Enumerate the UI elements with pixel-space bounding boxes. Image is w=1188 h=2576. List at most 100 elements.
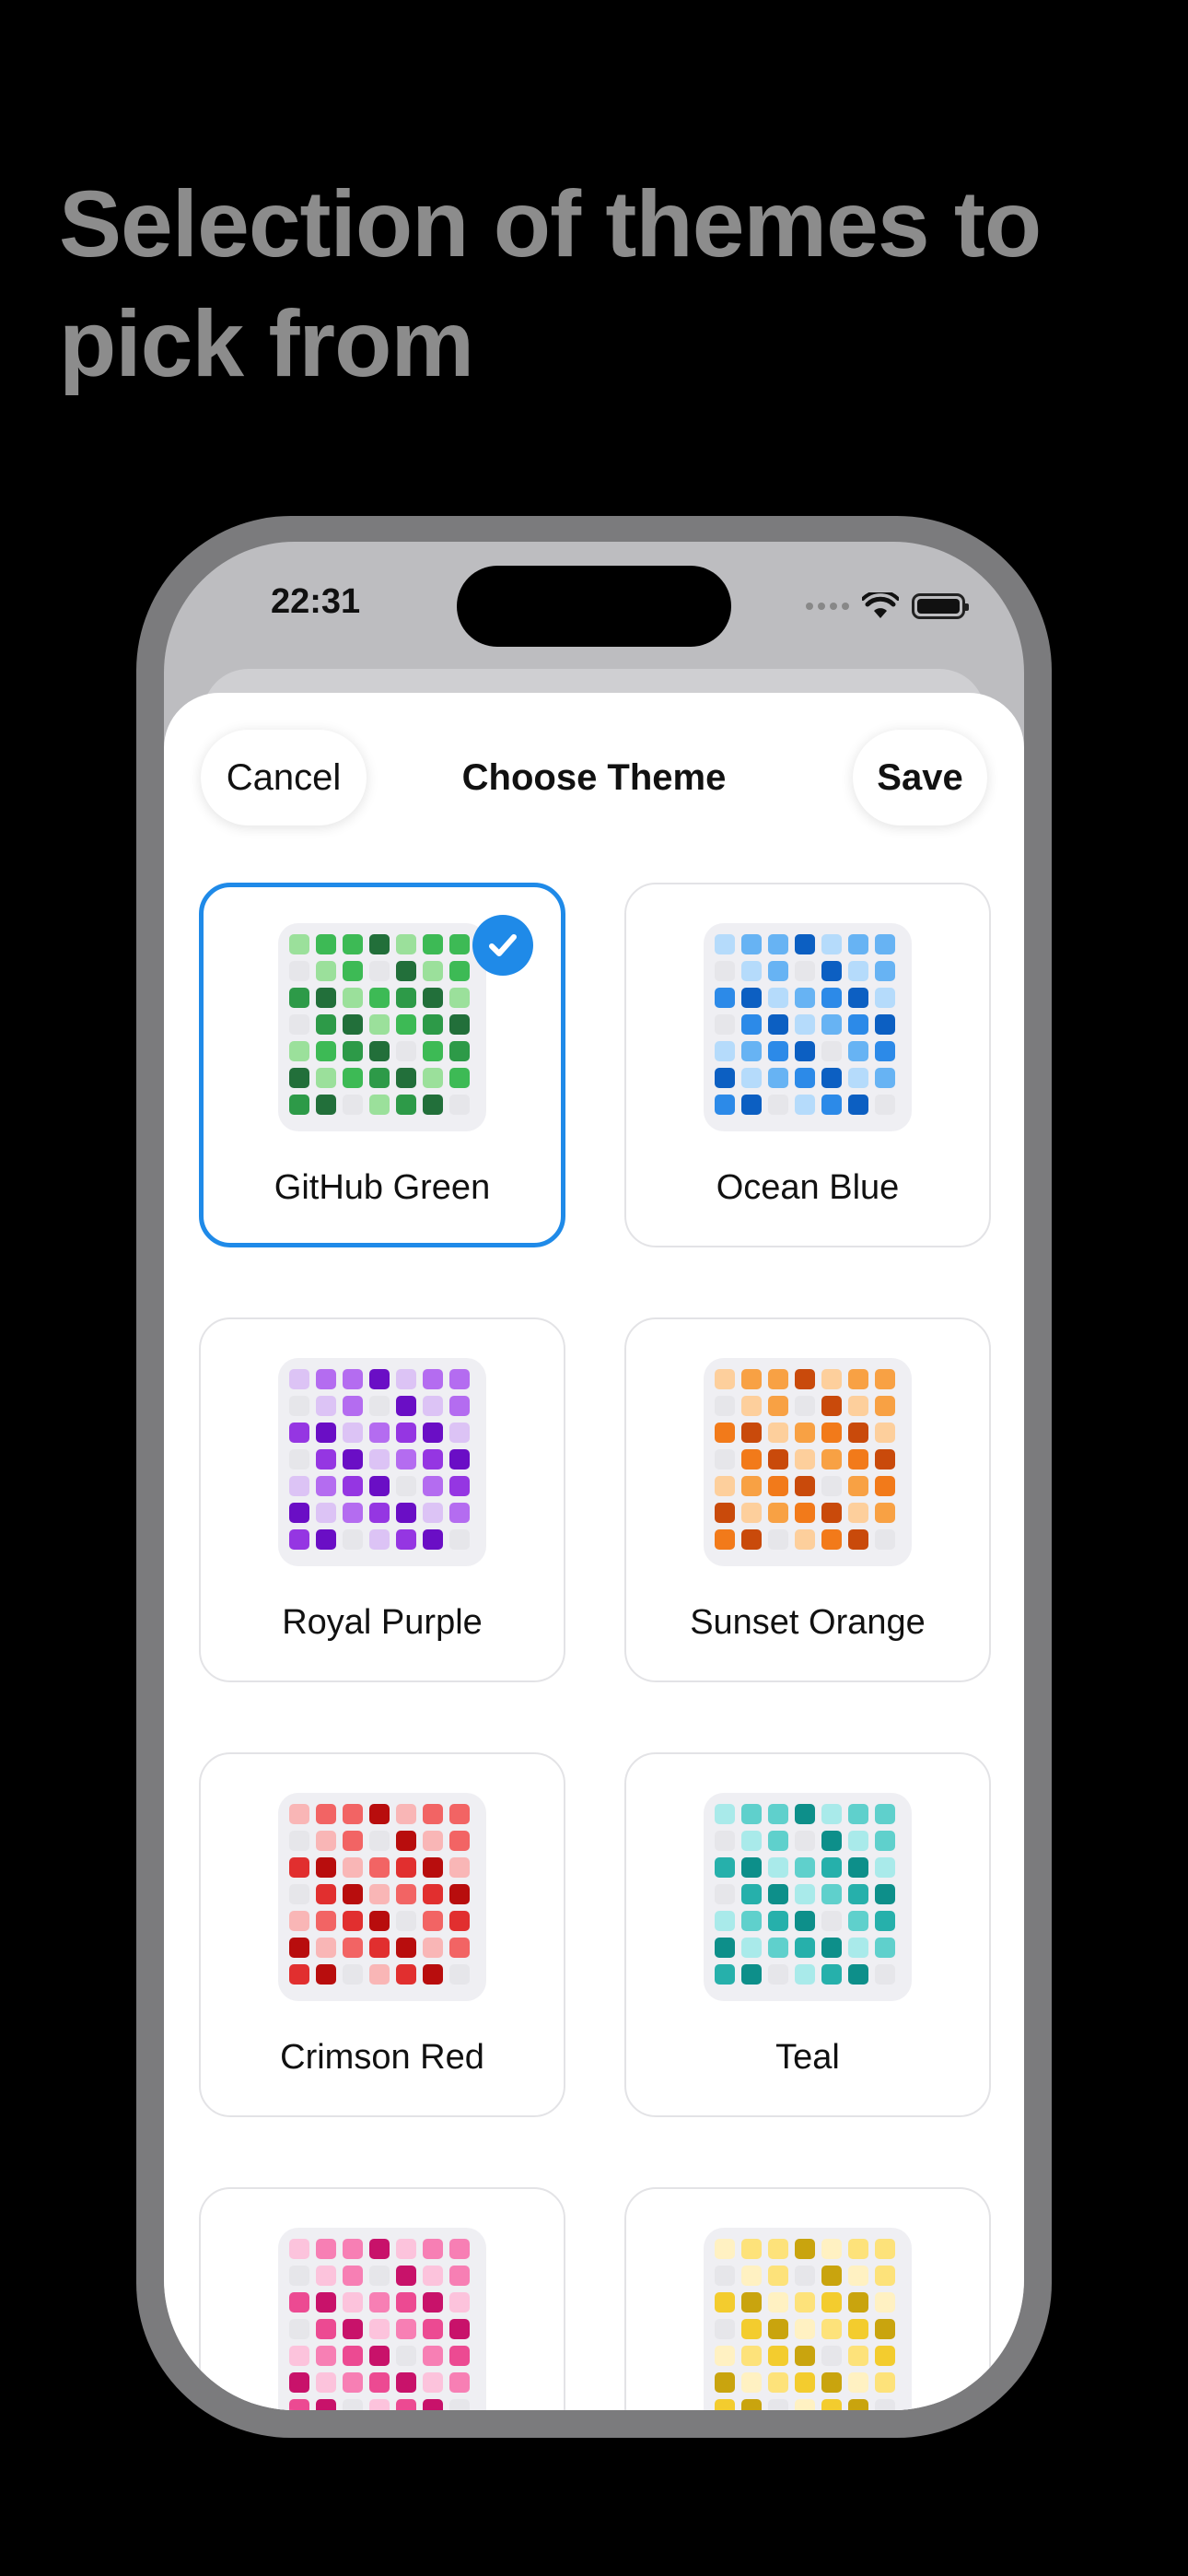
preview-cell	[396, 1423, 416, 1443]
status-time: 22:31	[271, 582, 361, 621]
preview-cell	[449, 1396, 470, 1416]
theme-card-royal-purple[interactable]: Royal Purple	[199, 1317, 565, 1682]
theme-card-sunset-orange[interactable]: Sunset Orange	[624, 1317, 991, 1682]
preview-cell	[795, 2239, 815, 2259]
preview-cell	[875, 1884, 895, 1904]
save-button[interactable]: Save	[853, 730, 987, 825]
preview-cell	[821, 1014, 842, 1035]
theme-card-yellow[interactable]	[624, 2187, 991, 2410]
preview-cell	[821, 1503, 842, 1523]
preview-cell	[423, 1503, 443, 1523]
preview-cell	[821, 1884, 842, 1904]
preview-cell	[423, 1938, 443, 1958]
battery-icon	[912, 593, 969, 619]
preview-cell	[715, 1938, 735, 1958]
preview-cell	[715, 1423, 735, 1443]
preview-cell	[875, 1095, 895, 1115]
theme-preview	[278, 2228, 486, 2410]
preview-cell	[369, 1831, 390, 1851]
preview-cell	[343, 2292, 363, 2313]
preview-cell	[423, 2319, 443, 2339]
preview-cell	[848, 1396, 868, 1416]
preview-cell	[343, 2239, 363, 2259]
preview-cell	[875, 1964, 895, 1985]
preview-cell	[316, 1369, 336, 1389]
preview-cell	[768, 1369, 788, 1389]
preview-cell	[741, 2346, 762, 2366]
preview-cell	[316, 1938, 336, 1958]
theme-name: Sunset Orange	[690, 1603, 926, 1642]
preview-cell	[343, 1857, 363, 1878]
preview-cell	[821, 2372, 842, 2393]
preview-cell	[768, 1068, 788, 1088]
preview-cell	[875, 1449, 895, 1469]
preview-cell	[396, 1804, 416, 1824]
preview-cell	[875, 2346, 895, 2366]
preview-cell	[369, 934, 390, 954]
preview-cell	[821, 2239, 842, 2259]
preview-cell	[343, 934, 363, 954]
preview-cell	[768, 1423, 788, 1443]
preview-cell	[316, 988, 336, 1008]
preview-cell	[741, 2292, 762, 2313]
preview-cell	[848, 1014, 868, 1035]
preview-cell	[821, 1396, 842, 1416]
theme-card-ocean-blue[interactable]: Ocean Blue	[624, 883, 991, 1247]
preview-cell	[396, 2372, 416, 2393]
theme-card-pink[interactable]	[199, 2187, 565, 2410]
preview-cell	[316, 1014, 336, 1035]
preview-cell	[423, 988, 443, 1008]
preview-cell	[316, 2239, 336, 2259]
theme-card-teal[interactable]: Teal	[624, 1752, 991, 2117]
preview-cell	[423, 934, 443, 954]
preview-cell	[741, 1964, 762, 1985]
preview-cell	[875, 2266, 895, 2286]
preview-cell	[343, 1449, 363, 1469]
preview-cell	[768, 1476, 788, 1496]
preview-cell	[449, 988, 470, 1008]
preview-cell	[848, 1503, 868, 1523]
theme-card-github-green[interactable]: GitHub Green	[199, 883, 565, 1247]
preview-cell	[396, 2292, 416, 2313]
wifi-icon	[862, 592, 899, 618]
phone-screen: 22:31 Cancel Choose Theme Save GitHub Gr…	[164, 542, 1024, 2410]
preview-cell	[423, 1857, 443, 1878]
preview-cell	[396, 1449, 416, 1469]
preview-cell	[423, 2239, 443, 2259]
preview-cell	[768, 988, 788, 1008]
preview-cell	[848, 1857, 868, 1878]
preview-cell	[768, 1095, 788, 1115]
preview-cell	[768, 2399, 788, 2410]
theme-card-crimson-red[interactable]: Crimson Red	[199, 1752, 565, 2117]
preview-cell	[369, 1938, 390, 1958]
preview-cell	[449, 2292, 470, 2313]
preview-cell	[316, 1068, 336, 1088]
preview-cell	[289, 1804, 309, 1824]
preview-cell	[449, 2346, 470, 2366]
preview-cell	[449, 1503, 470, 1523]
preview-cell	[396, 1476, 416, 1496]
preview-cell	[369, 1911, 390, 1931]
preview-cell	[821, 1095, 842, 1115]
preview-cell	[423, 2372, 443, 2393]
preview-cell	[423, 1964, 443, 1985]
preview-cell	[741, 961, 762, 981]
preview-cell	[821, 1938, 842, 1958]
preview-cell	[875, 1423, 895, 1443]
preview-cell	[449, 1041, 470, 1061]
preview-cell	[423, 1804, 443, 1824]
preview-cell	[715, 1911, 735, 1931]
preview-cell	[875, 1529, 895, 1550]
preview-cell	[821, 1068, 842, 1088]
preview-cell	[396, 1503, 416, 1523]
preview-cell	[768, 961, 788, 981]
preview-cell	[369, 961, 390, 981]
preview-cell	[875, 1396, 895, 1416]
preview-cell	[369, 2399, 390, 2410]
preview-cell	[369, 1476, 390, 1496]
preview-cell	[423, 1476, 443, 1496]
preview-cell	[289, 1449, 309, 1469]
preview-cell	[316, 2399, 336, 2410]
preview-cell	[369, 2346, 390, 2366]
preview-cell	[449, 1014, 470, 1035]
